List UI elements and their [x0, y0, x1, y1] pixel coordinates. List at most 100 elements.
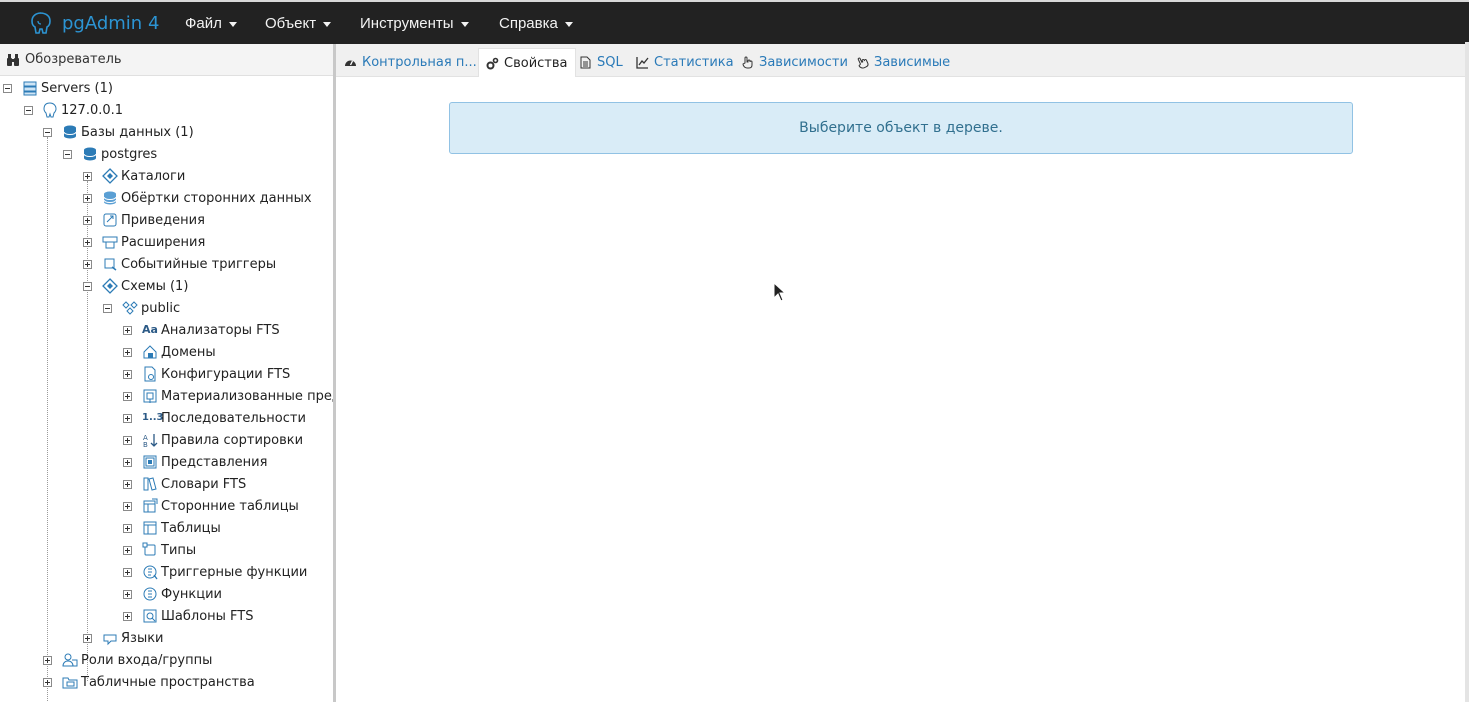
- expand-toggle[interactable]: [83, 260, 92, 269]
- tree-node-tablespaces[interactable]: Табличные пространства: [62, 671, 255, 693]
- postgres-server-icon: [43, 102, 57, 118]
- tab-dashboard[interactable]: Контрольная п...: [344, 48, 477, 77]
- tab-label: Зависимые: [874, 55, 951, 70]
- tree-node-label: Расширения: [121, 234, 206, 250]
- tree-node-materialized-views[interactable]: Материализованные представления: [142, 385, 333, 407]
- expand-toggle[interactable]: [123, 546, 132, 555]
- tree-node-sequences[interactable]: 1..3 Последовательности: [142, 407, 306, 429]
- tree-node-functions[interactable]: Функции: [142, 583, 222, 605]
- collapse-toggle[interactable]: [43, 128, 52, 137]
- tree-node-fts-templates[interactable]: Шаблоны FTS: [142, 605, 254, 627]
- language-icon: [103, 634, 117, 646]
- hand-pointer-icon: [742, 56, 753, 69]
- tablespace-icon: [62, 677, 78, 689]
- tree-node-domains[interactable]: Домены: [142, 341, 216, 363]
- tab-dependencies[interactable]: Зависимости: [741, 48, 848, 77]
- expand-toggle[interactable]: [123, 326, 132, 335]
- dashboard-icon: [345, 60, 356, 66]
- expand-toggle[interactable]: [123, 612, 132, 621]
- menu-tools[interactable]: Инструменты: [360, 2, 469, 44]
- tree-node-label: Событийные триггеры: [121, 256, 277, 272]
- tree-node-label: Правила сортировки: [161, 432, 304, 448]
- tree-node-catalogs[interactable]: Каталоги: [102, 165, 185, 187]
- tree-node-label: Роли входа/группы: [81, 652, 213, 668]
- collation-icon: AB: [143, 434, 158, 448]
- expand-toggle[interactable]: [83, 216, 92, 225]
- menu-object[interactable]: Объект: [265, 2, 332, 44]
- tree-node-tables[interactable]: Таблицы: [142, 517, 221, 539]
- tree-node-server[interactable]: 127.0.0.1: [42, 99, 123, 121]
- expand-toggle[interactable]: [123, 568, 132, 577]
- mouse-cursor-icon: [773, 282, 787, 302]
- tab-dependents[interactable]: Зависимые: [856, 48, 950, 77]
- tab-label: Контрольная п...: [362, 55, 477, 70]
- menu-help[interactable]: Справка: [499, 2, 573, 44]
- expand-toggle[interactable]: [83, 172, 92, 181]
- menu-help-label: Справка: [499, 14, 558, 32]
- tree-node-extensions[interactable]: Расширения: [102, 231, 205, 253]
- tree-node-databases[interactable]: Базы данных (1): [62, 121, 194, 143]
- event-trigger-icon: [104, 258, 117, 271]
- tree-guide: [47, 137, 48, 702]
- caret-down-icon: [323, 21, 332, 27]
- fts-parser-icon: Aa: [142, 323, 158, 336]
- brand[interactable]: pgAdmin 4: [28, 8, 159, 38]
- tree-node-fdw[interactable]: Обёртки сторонних данных: [102, 187, 312, 209]
- tree-node-fts-parsers[interactable]: Aa Анализаторы FTS: [142, 319, 280, 341]
- servers-icon: [23, 81, 37, 96]
- expand-toggle[interactable]: [123, 370, 132, 379]
- menu-file[interactable]: Файл: [185, 2, 237, 44]
- collapse-toggle[interactable]: [24, 106, 33, 115]
- tree-node-roles[interactable]: Роли входа/группы: [62, 649, 212, 671]
- tree-node-database-postgres[interactable]: postgres: [82, 143, 157, 165]
- expand-toggle[interactable]: [123, 502, 132, 511]
- tree-node-fts-dictionaries[interactable]: Словари FTS: [142, 473, 246, 495]
- collapse-toggle[interactable]: [83, 282, 92, 291]
- tree-node-label: Базы данных (1): [81, 124, 194, 140]
- databases-icon: [63, 125, 77, 139]
- tree-node-views[interactable]: Представления: [142, 451, 267, 473]
- tree-node-types[interactable]: Типы: [142, 539, 196, 561]
- tree-node-languages[interactable]: Языки: [102, 627, 164, 649]
- tree-node-trigger-functions[interactable]: Триггерные функции: [142, 561, 307, 583]
- expand-toggle[interactable]: [123, 590, 132, 599]
- collapse-toggle[interactable]: [63, 150, 72, 159]
- expand-toggle[interactable]: [123, 458, 132, 467]
- collapse-toggle[interactable]: [3, 84, 12, 93]
- tree-node-schema-public[interactable]: public: [122, 297, 180, 319]
- tree-node-label: Последовательности: [161, 410, 306, 426]
- scrollbar[interactable]: [1465, 42, 1469, 702]
- info-alert: Выберите объект в дереве.: [449, 102, 1353, 154]
- browser-panel: Обозреватель Servers (1) 127.0.0.1 Базы …: [0, 44, 336, 702]
- expand-toggle[interactable]: [123, 392, 132, 401]
- expand-toggle[interactable]: [83, 238, 92, 247]
- tree-node-servers[interactable]: Servers (1): [22, 77, 113, 99]
- tree-node-label: Языки: [121, 630, 164, 646]
- collapse-toggle[interactable]: [103, 304, 112, 313]
- expand-toggle[interactable]: [123, 414, 132, 423]
- table-icon: [143, 521, 157, 535]
- tree-node-casts[interactable]: Приведения: [102, 209, 205, 231]
- foreign-data-wrapper-icon: [103, 191, 117, 205]
- expand-toggle[interactable]: [123, 480, 132, 489]
- materialized-view-icon: [143, 389, 157, 403]
- tree-node-event-triggers[interactable]: Событийные триггеры: [102, 253, 276, 275]
- domain-icon: [143, 345, 157, 359]
- expand-toggle[interactable]: [123, 436, 132, 445]
- view-icon: [143, 455, 157, 469]
- tree-node-collations[interactable]: AB Правила сортировки: [142, 429, 303, 451]
- tree-node-schemas[interactable]: Схемы (1): [102, 275, 188, 297]
- tab-properties[interactable]: Свойства: [478, 48, 576, 77]
- tab-sql[interactable]: SQL: [579, 48, 623, 77]
- tab-statistics[interactable]: Статистика: [636, 48, 734, 77]
- tree-node-fts-configurations[interactable]: Конфигурации FTS: [142, 363, 290, 385]
- expand-toggle[interactable]: [83, 194, 92, 203]
- tree-node-label: Приведения: [121, 212, 205, 228]
- cast-icon: [103, 213, 117, 227]
- expand-toggle[interactable]: [123, 524, 132, 533]
- tree-node-foreign-tables[interactable]: Сторонние таблицы: [142, 495, 299, 517]
- expand-toggle[interactable]: [43, 656, 52, 665]
- expand-toggle[interactable]: [123, 348, 132, 357]
- expand-toggle[interactable]: [43, 678, 52, 687]
- expand-toggle[interactable]: [83, 634, 92, 643]
